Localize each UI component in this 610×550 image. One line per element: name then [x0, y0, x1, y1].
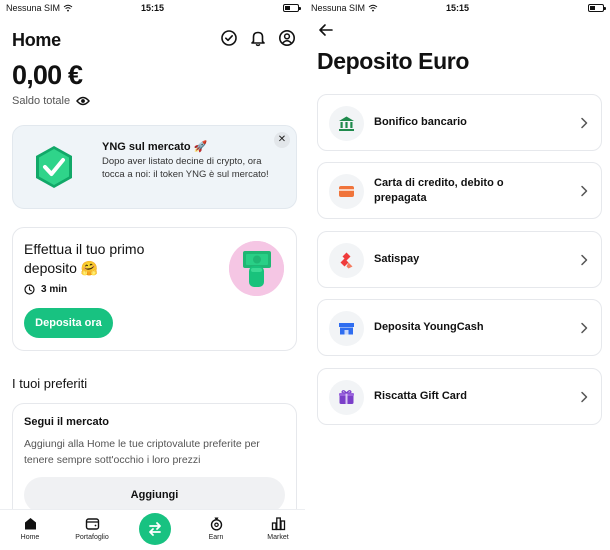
tab-earn-label: Earn	[208, 534, 224, 541]
chevron-right-icon	[581, 254, 588, 266]
back-arrow-icon[interactable]	[318, 22, 334, 38]
method-youngcash[interactable]: Deposita YoungCash	[317, 299, 602, 356]
profile-icon[interactable]	[278, 29, 296, 47]
satispay-icon	[340, 252, 353, 269]
first-deposit-title: Effettua il tuo primo deposito 🤗	[24, 241, 145, 276]
tab-market[interactable]: Market	[248, 516, 305, 541]
yng-token-icon	[36, 146, 72, 188]
earn-icon	[210, 517, 222, 531]
check-circle-icon[interactable]	[220, 29, 238, 47]
close-icon[interactable]: ✕	[274, 132, 290, 148]
status-time: 15:15	[140, 3, 165, 13]
chevron-right-icon	[581, 322, 588, 334]
euro-banknote-illustration	[229, 241, 284, 296]
swap-button[interactable]	[139, 513, 171, 545]
tab-portfolio-label: Portafoglio	[75, 534, 109, 541]
battery-icon	[588, 4, 606, 12]
tab-market-label: Market	[267, 534, 289, 541]
card-icon	[339, 186, 354, 197]
page-title: Deposito Euro	[317, 48, 469, 74]
method-label: Carta di credito, debito o prepagata	[374, 176, 504, 204]
method-gift-card[interactable]: Riscatta Gift Card	[317, 368, 602, 425]
balance-label-row: Saldo totale	[12, 95, 91, 107]
clock-icon	[24, 284, 35, 295]
promo-card[interactable]: YNG sul mercato 🚀 Dopo aver listato deci…	[12, 125, 297, 209]
method-label: Satispay	[374, 253, 420, 265]
wallet-icon	[85, 518, 99, 530]
page-title: Home	[12, 30, 61, 50]
tab-home-label: Home	[20, 534, 40, 541]
method-label: Deposita YoungCash	[374, 321, 484, 333]
balance-label: Saldo totale	[12, 95, 71, 107]
promo-title: YNG sul mercato 🚀	[102, 141, 208, 153]
home-screen: Nessuna SIM 15:15 Home 0,00 € Saldo tota…	[0, 0, 305, 550]
chevron-right-icon	[581, 117, 588, 129]
follow-market-title: Segui il mercato	[24, 416, 109, 428]
duration-row: 3 min	[24, 284, 67, 295]
home-icon	[24, 518, 36, 530]
tab-home[interactable]: Home	[0, 516, 60, 541]
balance-amount: 0,00 €	[12, 60, 83, 90]
method-icon-wrap	[329, 380, 364, 415]
bell-icon[interactable]	[249, 29, 267, 47]
method-icon-wrap	[329, 243, 364, 278]
method-icon-wrap	[329, 174, 364, 209]
battery-icon	[283, 4, 301, 12]
status-bar: Nessuna SIM 15:15	[305, 0, 610, 16]
swap-icon	[149, 522, 161, 536]
follow-market-card: Segui il mercato Aggiungi alla Home le t…	[12, 403, 297, 523]
follow-market-body: Aggiungi alla Home le tue criptovalute p…	[24, 438, 260, 466]
tab-portfolio[interactable]: Portafoglio	[62, 516, 122, 541]
store-icon	[339, 323, 354, 335]
method-icon-wrap	[329, 311, 364, 346]
chevron-right-icon	[581, 391, 588, 403]
status-time: 15:15	[445, 3, 470, 13]
method-card[interactable]: Carta di credito, debito o prepagata	[317, 162, 602, 219]
eye-icon[interactable]	[76, 96, 91, 106]
bottom-tab-bar: Home Portafoglio Earn Market	[0, 509, 305, 550]
chevron-right-icon	[581, 185, 588, 197]
duration-label: 3 min	[41, 284, 68, 295]
method-bank-transfer[interactable]: Bonifico bancario	[317, 94, 602, 151]
method-satispay[interactable]: Satispay	[317, 231, 602, 288]
tab-earn[interactable]: Earn	[186, 516, 246, 541]
promo-body: Dopo aver listato decine di crypto, ora …	[102, 156, 269, 180]
bank-icon	[339, 116, 354, 131]
status-bar: Nessuna SIM 15:15	[0, 0, 305, 16]
market-icon	[271, 517, 285, 531]
first-deposit-card: Effettua il tuo primo deposito 🤗 3 min D…	[12, 227, 297, 351]
add-favorites-button[interactable]: Aggiungi	[24, 477, 285, 513]
deposit-now-button[interactable]: Deposita ora	[24, 308, 113, 338]
method-label: Riscatta Gift Card	[374, 390, 467, 402]
method-icon-wrap	[329, 106, 364, 141]
gift-icon	[339, 390, 354, 404]
method-label: Bonifico bancario	[374, 116, 467, 128]
favorites-section-title: I tuoi preferiti	[12, 376, 88, 391]
deposit-euro-screen: Nessuna SIM 15:15 Deposito Euro Bonifico…	[305, 0, 610, 550]
